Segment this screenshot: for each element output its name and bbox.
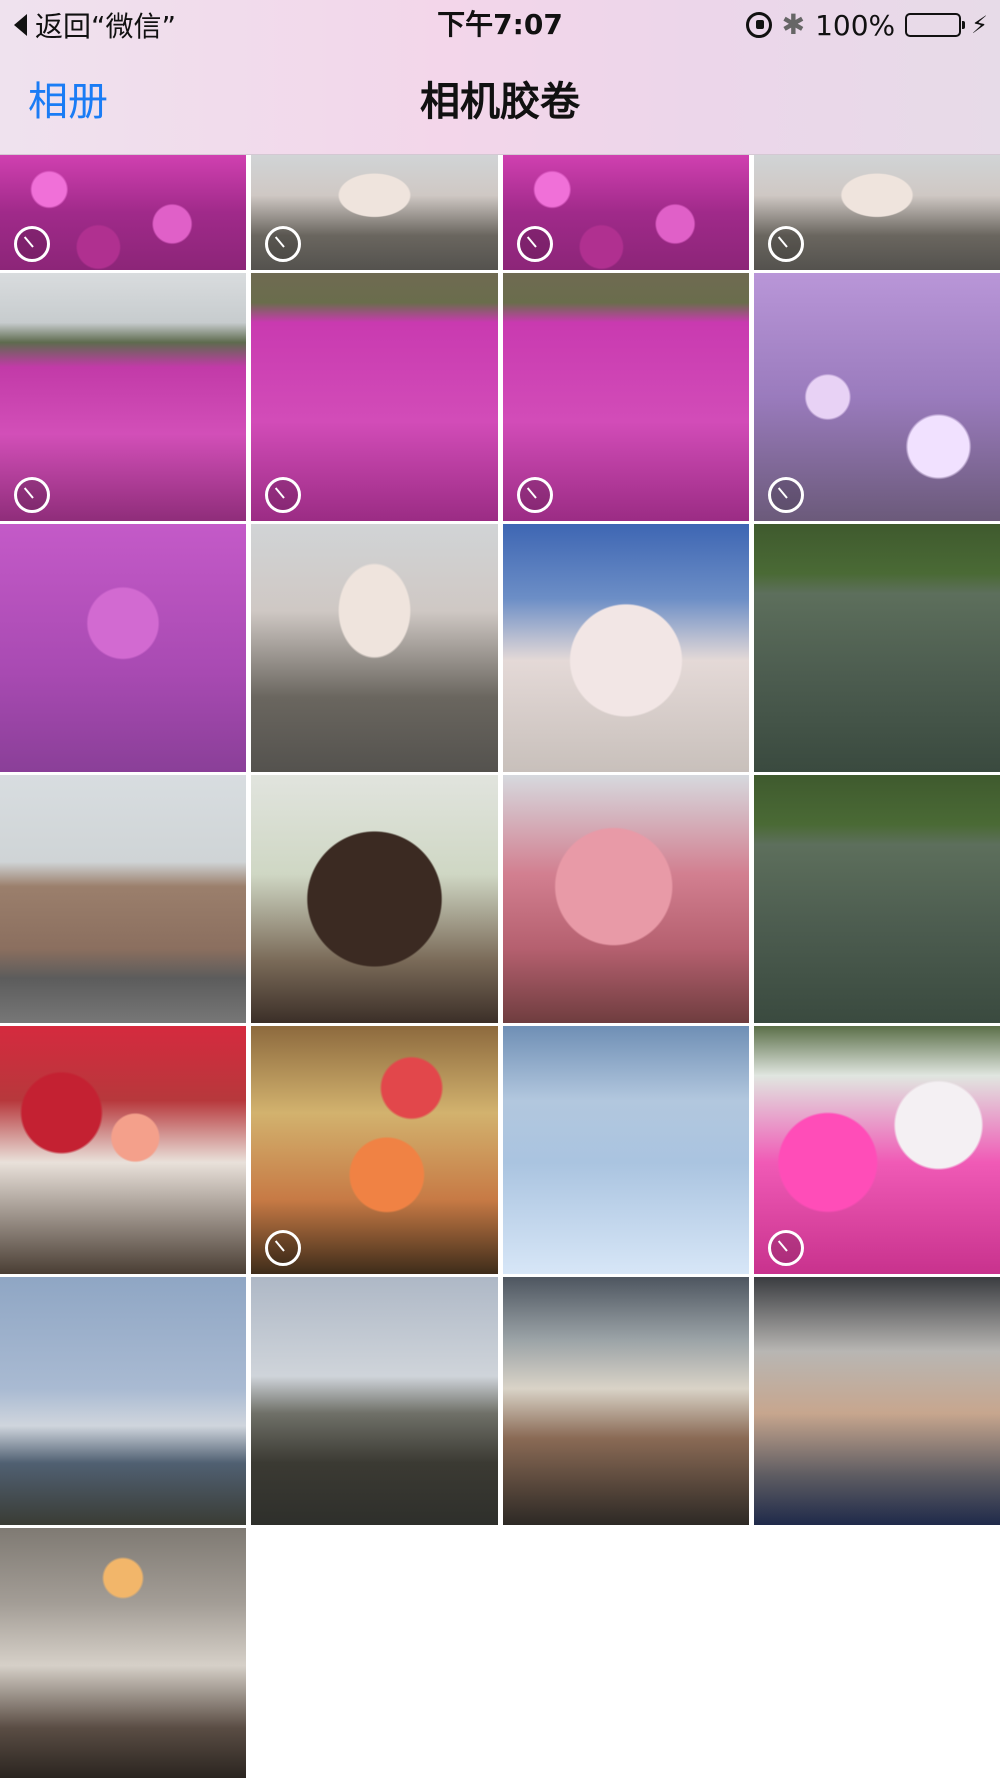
photo-thumbnail[interactable] — [753, 273, 1000, 521]
photo-thumbnail[interactable] — [251, 524, 498, 772]
photo-thumbnail[interactable] — [753, 524, 1000, 772]
photo-thumbnail[interactable] — [251, 155, 498, 270]
photo-thumbnail[interactable] — [502, 524, 749, 772]
photo-thumbnail[interactable] — [0, 1528, 247, 1778]
photo-thumbnail[interactable] — [753, 775, 1000, 1023]
live-photo-icon — [516, 226, 553, 262]
photo-thumbnail[interactable] — [0, 775, 247, 1023]
photo-thumbnail[interactable] — [502, 1277, 749, 1525]
photo-thumbnail[interactable] — [251, 1026, 498, 1274]
live-photo-icon — [14, 477, 50, 513]
orientation-lock-icon — [745, 12, 772, 38]
top-bar: 返回“微信” 下午7:07 ✱ 100% ⚡ 相册 相机胶卷 — [0, 0, 1000, 155]
page-title: 相机胶卷 — [420, 79, 580, 125]
photo-thumbnail[interactable] — [502, 1026, 749, 1274]
photo-thumbnail[interactable] — [0, 273, 247, 521]
live-photo-icon — [767, 477, 804, 513]
live-photo-icon — [265, 477, 302, 513]
photo-thumbnail[interactable] — [251, 1277, 498, 1525]
photo-thumbnail[interactable] — [251, 273, 498, 521]
photo-thumbnail[interactable] — [0, 1277, 247, 1525]
live-photo-icon — [767, 226, 804, 262]
photo-thumbnail[interactable] — [0, 1026, 247, 1274]
photo-thumbnail[interactable] — [502, 155, 749, 270]
live-photo-icon — [265, 226, 302, 262]
live-photo-icon — [516, 477, 553, 513]
status-right-icons: ✱ 100% ⚡ — [745, 6, 988, 44]
photo-thumbnail[interactable] — [753, 1026, 1000, 1274]
photo-thumbnail[interactable] — [753, 1277, 1000, 1525]
live-photo-icon — [767, 1230, 804, 1266]
photo-thumbnail[interactable] — [753, 155, 1000, 270]
status-bar: 返回“微信” 下午7:07 ✱ 100% ⚡ — [0, 0, 1000, 50]
live-photo-icon — [14, 226, 50, 262]
navigation-bar: 相册 相机胶卷 — [0, 50, 1000, 154]
photo-thumbnail[interactable] — [502, 775, 749, 1023]
battery-icon — [905, 13, 966, 37]
photo-thumbnail[interactable] — [0, 155, 247, 270]
photo-thumbnail[interactable] — [502, 273, 749, 521]
bluetooth-icon: ✱ — [781, 8, 806, 41]
battery-percent: 100% — [815, 8, 896, 42]
photo-thumbnail[interactable] — [0, 524, 247, 772]
photo-thumbnail[interactable] — [251, 775, 498, 1023]
charging-bolt-icon: ⚡ — [971, 11, 988, 39]
live-photo-icon — [265, 1230, 302, 1266]
